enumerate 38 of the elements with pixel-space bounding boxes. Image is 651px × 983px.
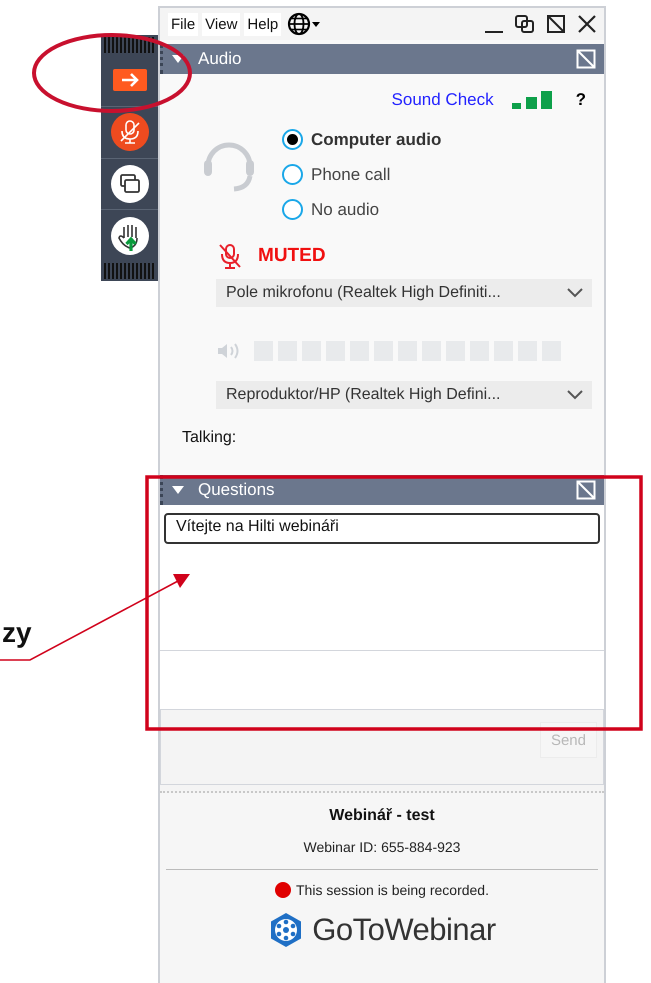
recording-icon [275, 882, 291, 898]
microphone-dropdown[interactable]: Pole mikrofonu (Realtek High Definiti... [216, 279, 592, 307]
collapse-icon[interactable] [172, 485, 184, 495]
globe-icon[interactable] [287, 11, 322, 37]
help-button[interactable]: ? [576, 90, 586, 110]
webinar-title: Webinář - test [329, 807, 435, 825]
audio-header[interactable]: Audio [160, 44, 604, 74]
pop-out-icon[interactable] [514, 13, 536, 35]
resize-grip[interactable] [160, 785, 604, 793]
collapse-icon[interactable] [172, 54, 184, 64]
radio-option[interactable]: No audio [282, 192, 442, 227]
arrow-right-icon[interactable] [112, 69, 146, 92]
questions-header[interactable]: Questions [160, 475, 604, 505]
menu-item[interactable]: File [168, 12, 198, 36]
signal-bars-icon [512, 91, 552, 109]
talking-label: Talking: [182, 429, 238, 448]
expand-icon[interactable] [545, 13, 567, 35]
microphone-mute-button[interactable] [110, 112, 150, 152]
muted-status: MUTED [258, 245, 326, 267]
close-icon[interactable] [576, 13, 598, 35]
panel-title: Audio [198, 49, 242, 69]
radio-option[interactable]: Phone call [282, 157, 442, 192]
chevron-down-icon [566, 287, 584, 299]
raise-hand-button[interactable] [110, 216, 150, 256]
recording-notice: This session is being recorded. [296, 882, 489, 898]
speaker-dropdown[interactable]: Reproduktor/HP (Realtek High Defini... [216, 381, 592, 409]
panel-title: Questions [198, 480, 275, 500]
logo-wordmark: GoToWebinar [312, 912, 496, 948]
grip-handle[interactable] [104, 263, 155, 279]
annotation-text: zy [2, 617, 32, 649]
windows-button[interactable] [110, 164, 150, 204]
chevron-down-icon [566, 389, 584, 401]
sound-check-link[interactable]: Sound Check [392, 90, 494, 110]
radio-option[interactable]: Computer audio [282, 122, 442, 157]
menu-item[interactable]: Help [244, 12, 282, 36]
question-item[interactable]: Vítejte na Hilti webináři [164, 513, 600, 544]
menu-item[interactable]: View [202, 12, 240, 36]
webinar-id: Webinar ID: 655-884-923 [304, 839, 460, 855]
